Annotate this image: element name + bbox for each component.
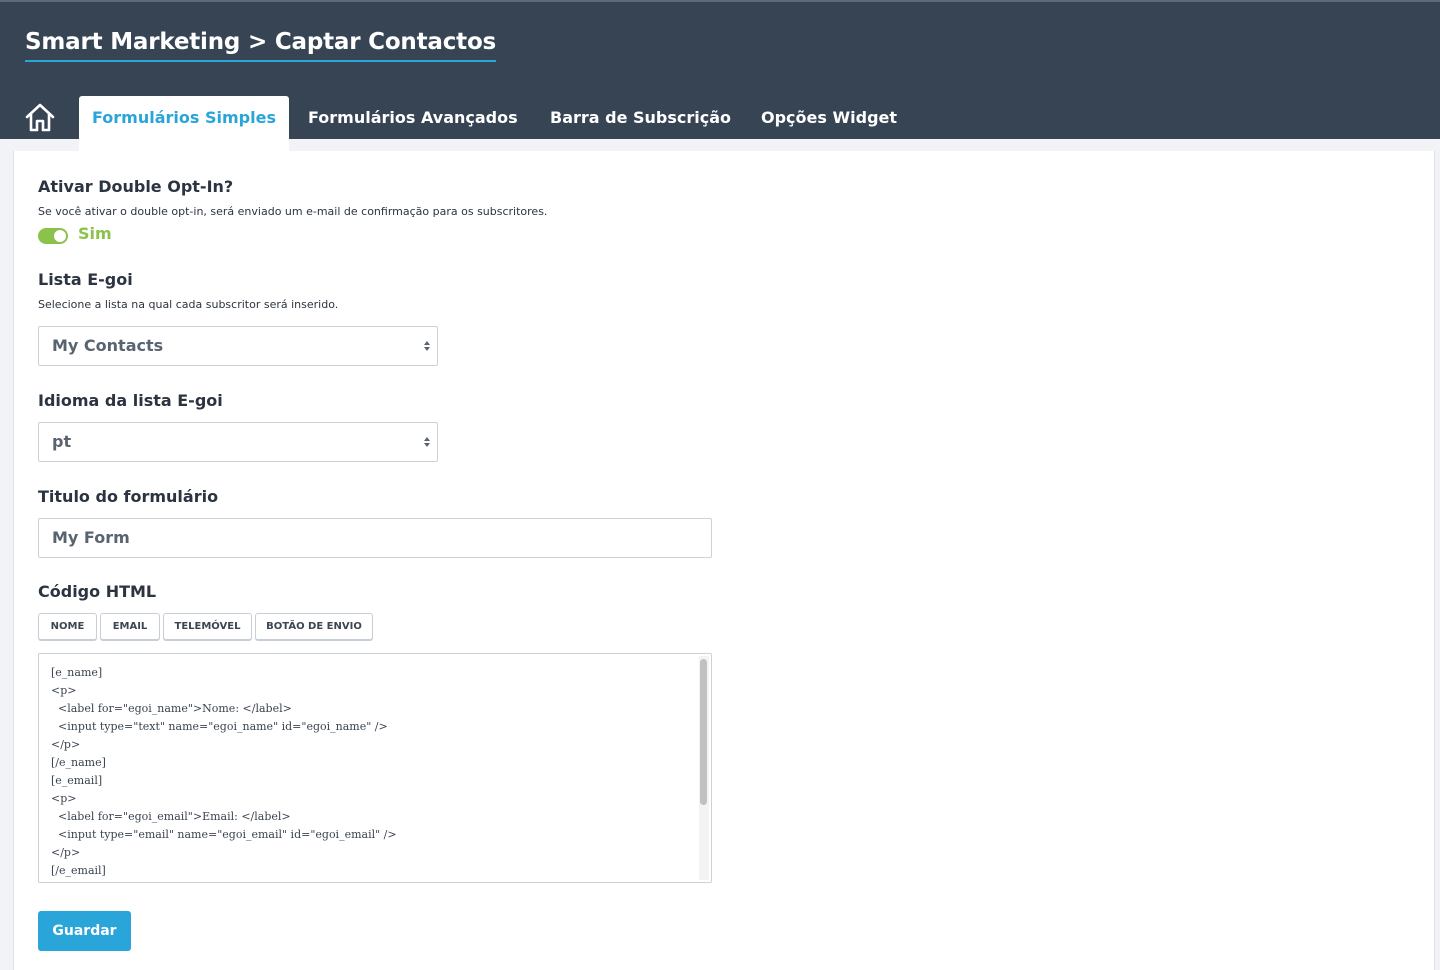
language-title: Idioma da lista E-goi xyxy=(38,391,223,410)
insert-submit-button[interactable]: BOTÃO DE ENVIO xyxy=(255,613,373,640)
tab-barra-subscricao[interactable]: Barra de Subscrição xyxy=(550,96,731,139)
list-title: Lista E-goi xyxy=(38,270,133,289)
list-select-value: My Contacts xyxy=(52,336,164,355)
save-button[interactable]: Guardar xyxy=(38,911,131,951)
code-line: [e_email] xyxy=(51,774,103,787)
code-line: <p> xyxy=(51,684,77,697)
select-arrows-icon xyxy=(424,437,430,447)
code-line: <label for="egoi_email">Email: </label> xyxy=(51,810,291,823)
select-arrows-icon xyxy=(424,341,430,351)
home-icon[interactable] xyxy=(24,102,56,132)
tab-formularios-avancados[interactable]: Formulários Avançados xyxy=(308,96,518,139)
code-line: [/e_email] xyxy=(51,864,106,877)
list-description: Selecione a lista na qual cada subscrito… xyxy=(38,298,339,311)
code-line: <label for="egoi_name">Nome: </label> xyxy=(51,702,292,715)
double-optin-title: Ativar Double Opt-In? xyxy=(38,177,234,196)
code-line: [/e_name] xyxy=(51,756,106,769)
insert-name-button[interactable]: NOME xyxy=(38,613,97,640)
toggle-knob xyxy=(54,230,66,242)
insert-telemovel-button[interactable]: TELEMÓVEL xyxy=(163,613,252,640)
code-line: [e_name] xyxy=(51,666,103,679)
insert-email-button[interactable]: EMAIL xyxy=(100,613,160,640)
double-optin-toggle[interactable] xyxy=(38,228,68,244)
code-line: </p> xyxy=(51,846,81,859)
tab-formularios-simples[interactable]: Formulários Simples xyxy=(79,96,289,152)
html-code-title: Código HTML xyxy=(38,582,157,601)
code-line: <input type="email" name="egoi_email" id… xyxy=(51,828,397,841)
language-select-value: pt xyxy=(52,432,72,451)
form-title-input[interactable]: My Form xyxy=(38,518,712,558)
scrollbar-thumb[interactable] xyxy=(700,659,707,805)
list-select[interactable]: My Contacts xyxy=(38,326,438,366)
code-line: </p> xyxy=(51,738,81,751)
html-code-editor[interactable]: [e_name] <p> <label for="egoi_name">Nome:… xyxy=(38,653,712,883)
toggle-label: Sim xyxy=(78,224,112,243)
language-select[interactable]: pt xyxy=(38,422,438,462)
code-line: <input type="text" name="egoi_name" id="… xyxy=(51,720,388,733)
double-optin-description: Se você ativar o double opt-in, será env… xyxy=(38,205,548,218)
form-title-label: Titulo do formulário xyxy=(38,487,219,506)
code-lines: [e_name] <p> <label for="egoi_name">Nome:… xyxy=(51,664,691,880)
code-line: <p> xyxy=(51,792,77,805)
page-title: Smart Marketing > Captar Contactos xyxy=(25,29,496,62)
tab-opcoes-widget[interactable]: Opções Widget xyxy=(761,96,897,139)
